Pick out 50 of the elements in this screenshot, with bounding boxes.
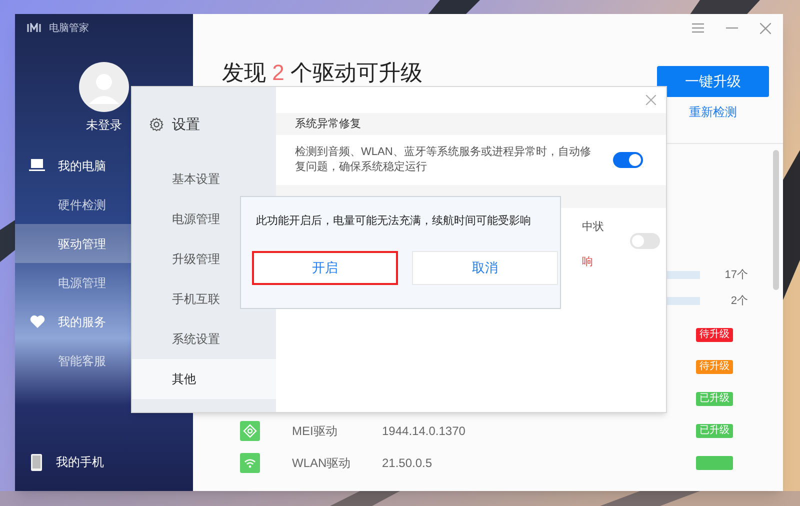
driver-name: MEI驱动	[292, 423, 338, 440]
close-icon[interactable]	[646, 95, 656, 105]
toggle-switch[interactable]	[630, 233, 660, 249]
heart-icon	[29, 315, 45, 328]
nav-label: 我的服务	[58, 314, 106, 330]
recheck-link[interactable]: 重新检测	[689, 103, 737, 121]
section-header: 系统异常修复	[276, 113, 666, 135]
chip-icon	[240, 421, 260, 441]
phone-icon	[31, 454, 42, 470]
status-tag: 待升级	[696, 328, 733, 342]
menu-icon[interactable]	[692, 23, 704, 33]
login-status[interactable]: 未登录	[86, 116, 122, 134]
setting-description: 检测到音频、WLAN、蓝牙等系统服务或进程异常时，自动修复问题，确保系统稳定运行	[295, 145, 591, 175]
warning-text: 响	[582, 254, 594, 270]
driver-name: WLAN驱动	[292, 455, 352, 472]
nav-highlight[interactable]: 驱动管理	[15, 224, 131, 263]
nav-label: 硬件检测	[58, 196, 106, 214]
settings-title: 设置	[172, 114, 200, 134]
confirm-message: 此功能开启后，电量可能无法充满，续航时间可能受影响	[255, 214, 532, 229]
wifi-icon	[240, 453, 260, 473]
status-tag: 已升级	[696, 392, 733, 406]
laptop-icon	[29, 159, 45, 172]
nav-label: 电源管理	[58, 274, 106, 292]
close-icon[interactable]	[760, 22, 771, 34]
settings-nav-item[interactable]: 基本设置	[132, 159, 276, 199]
status-tag: 待升级	[696, 360, 733, 374]
settings-icon	[149, 116, 164, 132]
driver-version: 21.50.0.5	[382, 455, 434, 472]
nav-label[interactable]: 我的手机	[56, 453, 104, 471]
driver-version: 1944.14.0.1370	[382, 423, 466, 440]
bar-segment	[667, 271, 700, 279]
dialog-button[interactable]: 开启	[252, 251, 398, 285]
logo-icon	[27, 23, 41, 33]
status-tag: 已升级	[696, 424, 733, 438]
app-title: 电脑管家	[49, 22, 89, 36]
avatar[interactable]	[79, 62, 129, 112]
settings-nav-item[interactable]: 其他	[132, 359, 276, 399]
nav-label: 驱动管理	[58, 236, 106, 252]
dialog-button[interactable]: 取消	[412, 251, 558, 285]
count-label: 2个	[730, 294, 748, 309]
bar-segment	[667, 297, 700, 305]
settings-nav-item[interactable]: 系统设置	[132, 319, 276, 359]
page-heading: 发现 2 个驱动可升级	[222, 60, 422, 86]
upgrade-all-button[interactable]: 一键升级	[657, 66, 769, 97]
toggle-switch[interactable]	[613, 152, 643, 168]
nav-label: 我的电脑	[58, 158, 106, 174]
count-label: 17个	[724, 268, 748, 283]
scrollbar[interactable]	[773, 150, 779, 290]
nav-label: 智能客服	[58, 352, 106, 370]
setting-description: 中状	[582, 220, 605, 235]
